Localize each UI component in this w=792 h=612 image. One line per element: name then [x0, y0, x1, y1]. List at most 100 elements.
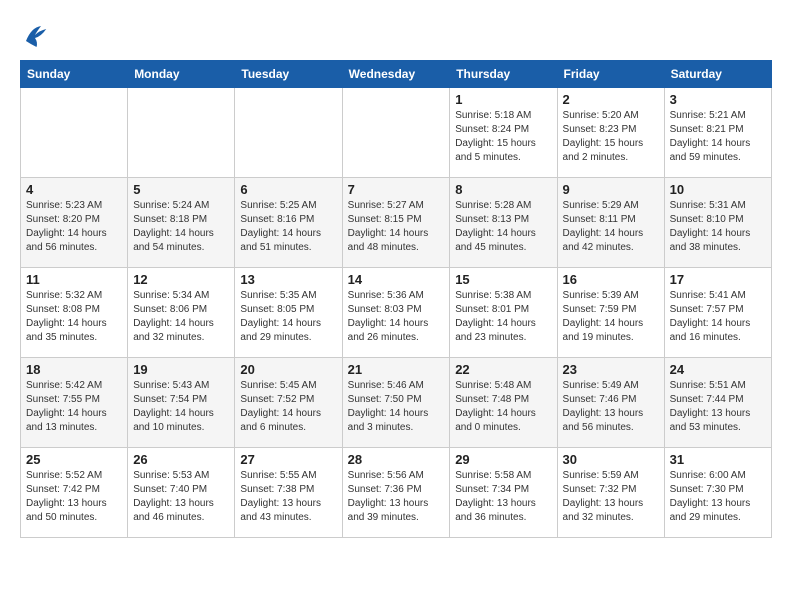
- weekday-header: Monday: [128, 61, 235, 88]
- day-info: Sunrise: 5:28 AM Sunset: 8:13 PM Dayligh…: [455, 199, 551, 255]
- day-info: Sunrise: 5:27 AM Sunset: 8:15 PM Dayligh…: [348, 199, 445, 255]
- calendar-cell: 11 Sunrise: 5:32 AM Sunset: 8:08 PM Dayli…: [21, 268, 128, 358]
- day-info: Sunrise: 5:32 AM Sunset: 8:08 PM Dayligh…: [26, 289, 122, 345]
- day-info: Sunrise: 5:41 AM Sunset: 7:57 PM Dayligh…: [670, 289, 766, 345]
- calendar-cell: [342, 88, 450, 178]
- calendar-cell: 30 Sunrise: 5:59 AM Sunset: 7:32 PM Dayli…: [557, 448, 664, 538]
- day-number: 28: [348, 452, 445, 467]
- calendar-cell: [128, 88, 235, 178]
- calendar-cell: 18 Sunrise: 5:42 AM Sunset: 7:55 PM Dayli…: [21, 358, 128, 448]
- logo: [20, 20, 56, 50]
- calendar-week-row: 25 Sunrise: 5:52 AM Sunset: 7:42 PM Dayli…: [21, 448, 772, 538]
- calendar-cell: 25 Sunrise: 5:52 AM Sunset: 7:42 PM Dayli…: [21, 448, 128, 538]
- calendar-cell: 29 Sunrise: 5:58 AM Sunset: 7:34 PM Dayli…: [450, 448, 557, 538]
- calendar-cell: 13 Sunrise: 5:35 AM Sunset: 8:05 PM Dayli…: [235, 268, 342, 358]
- calendar-week-row: 11 Sunrise: 5:32 AM Sunset: 8:08 PM Dayli…: [21, 268, 772, 358]
- day-number: 10: [670, 182, 766, 197]
- day-number: 6: [240, 182, 336, 197]
- weekday-header: Tuesday: [235, 61, 342, 88]
- day-number: 14: [348, 272, 445, 287]
- calendar-cell: 19 Sunrise: 5:43 AM Sunset: 7:54 PM Dayli…: [128, 358, 235, 448]
- calendar-cell: 6 Sunrise: 5:25 AM Sunset: 8:16 PM Daylig…: [235, 178, 342, 268]
- day-info: Sunrise: 5:48 AM Sunset: 7:48 PM Dayligh…: [455, 379, 551, 435]
- day-number: 8: [455, 182, 551, 197]
- day-info: Sunrise: 5:52 AM Sunset: 7:42 PM Dayligh…: [26, 469, 122, 525]
- day-info: Sunrise: 5:46 AM Sunset: 7:50 PM Dayligh…: [348, 379, 445, 435]
- day-number: 3: [670, 92, 766, 107]
- day-number: 26: [133, 452, 229, 467]
- day-info: Sunrise: 5:21 AM Sunset: 8:21 PM Dayligh…: [670, 109, 766, 165]
- calendar-cell: [21, 88, 128, 178]
- day-info: Sunrise: 5:24 AM Sunset: 8:18 PM Dayligh…: [133, 199, 229, 255]
- day-number: 21: [348, 362, 445, 377]
- day-info: Sunrise: 5:34 AM Sunset: 8:06 PM Dayligh…: [133, 289, 229, 345]
- weekday-header: Wednesday: [342, 61, 450, 88]
- day-info: Sunrise: 5:36 AM Sunset: 8:03 PM Dayligh…: [348, 289, 445, 345]
- calendar-cell: 17Sunrise: 5:41 AM Sunset: 7:57 PM Dayli…: [664, 268, 771, 358]
- day-number: 13: [240, 272, 336, 287]
- calendar-cell: 3 Sunrise: 5:21 AM Sunset: 8:21 PM Daylig…: [664, 88, 771, 178]
- day-number: 5: [133, 182, 229, 197]
- day-info: Sunrise: 5:20 AM Sunset: 8:23 PM Dayligh…: [563, 109, 659, 165]
- calendar-cell: 22 Sunrise: 5:48 AM Sunset: 7:48 PM Dayli…: [450, 358, 557, 448]
- calendar-cell: 23Sunrise: 5:49 AM Sunset: 7:46 PM Dayli…: [557, 358, 664, 448]
- calendar-cell: 2 Sunrise: 5:20 AM Sunset: 8:23 PM Daylig…: [557, 88, 664, 178]
- calendar-cell: 8 Sunrise: 5:28 AM Sunset: 8:13 PM Daylig…: [450, 178, 557, 268]
- day-number: 30: [563, 452, 659, 467]
- day-info: Sunrise: 5:51 AM Sunset: 7:44 PM Dayligh…: [670, 379, 766, 435]
- day-info: Sunrise: 5:59 AM Sunset: 7:32 PM Dayligh…: [563, 469, 659, 525]
- calendar-cell: 21 Sunrise: 5:46 AM Sunset: 7:50 PM Dayli…: [342, 358, 450, 448]
- weekday-header: Sunday: [21, 61, 128, 88]
- calendar-cell: 20 Sunrise: 5:45 AM Sunset: 7:52 PM Dayli…: [235, 358, 342, 448]
- day-info: Sunrise: 5:55 AM Sunset: 7:38 PM Dayligh…: [240, 469, 336, 525]
- calendar-week-row: 1 Sunrise: 5:18 AM Sunset: 8:24 PM Daylig…: [21, 88, 772, 178]
- calendar-week-row: 18 Sunrise: 5:42 AM Sunset: 7:55 PM Dayli…: [21, 358, 772, 448]
- calendar-cell: 24 Sunrise: 5:51 AM Sunset: 7:44 PM Dayli…: [664, 358, 771, 448]
- day-number: 23: [563, 362, 659, 377]
- day-number: 9: [563, 182, 659, 197]
- calendar-cell: 16 Sunrise: 5:39 AM Sunset: 7:59 PM Dayli…: [557, 268, 664, 358]
- day-info: Sunrise: 5:31 AM Sunset: 8:10 PM Dayligh…: [670, 199, 766, 255]
- day-info: Sunrise: 5:42 AM Sunset: 7:55 PM Dayligh…: [26, 379, 122, 435]
- weekday-header: Saturday: [664, 61, 771, 88]
- day-number: 2: [563, 92, 659, 107]
- calendar-cell: 26 Sunrise: 5:53 AM Sunset: 7:40 PM Dayli…: [128, 448, 235, 538]
- day-number: 16: [563, 272, 659, 287]
- day-info: Sunrise: 5:53 AM Sunset: 7:40 PM Dayligh…: [133, 469, 229, 525]
- weekday-header-row: SundayMondayTuesdayWednesdayThursdayFrid…: [21, 61, 772, 88]
- day-info: Sunrise: 5:39 AM Sunset: 7:59 PM Dayligh…: [563, 289, 659, 345]
- day-number: 18: [26, 362, 122, 377]
- day-number: 25: [26, 452, 122, 467]
- day-number: 29: [455, 452, 551, 467]
- calendar-cell: 27 Sunrise: 5:55 AM Sunset: 7:38 PM Dayli…: [235, 448, 342, 538]
- calendar-week-row: 4Sunrise: 5:23 AM Sunset: 8:20 PM Daylig…: [21, 178, 772, 268]
- day-number: 19: [133, 362, 229, 377]
- day-number: 7: [348, 182, 445, 197]
- day-info: Sunrise: 5:58 AM Sunset: 7:34 PM Dayligh…: [455, 469, 551, 525]
- day-info: Sunrise: 5:45 AM Sunset: 7:52 PM Dayligh…: [240, 379, 336, 435]
- calendar-cell: 4Sunrise: 5:23 AM Sunset: 8:20 PM Daylig…: [21, 178, 128, 268]
- day-number: 11: [26, 272, 122, 287]
- calendar-cell: 14 Sunrise: 5:36 AM Sunset: 8:03 PM Dayli…: [342, 268, 450, 358]
- weekday-header: Friday: [557, 61, 664, 88]
- day-info: Sunrise: 5:18 AM Sunset: 8:24 PM Dayligh…: [455, 109, 551, 165]
- day-number: 20: [240, 362, 336, 377]
- day-info: Sunrise: 5:35 AM Sunset: 8:05 PM Dayligh…: [240, 289, 336, 345]
- day-number: 1: [455, 92, 551, 107]
- day-number: 27: [240, 452, 336, 467]
- day-number: 4: [26, 182, 122, 197]
- calendar-cell: 28 Sunrise: 5:56 AM Sunset: 7:36 PM Dayli…: [342, 448, 450, 538]
- day-info: Sunrise: 5:56 AM Sunset: 7:36 PM Dayligh…: [348, 469, 445, 525]
- day-number: 24: [670, 362, 766, 377]
- calendar-cell: 7 Sunrise: 5:27 AM Sunset: 8:15 PM Daylig…: [342, 178, 450, 268]
- day-number: 22: [455, 362, 551, 377]
- calendar-cell: 9Sunrise: 5:29 AM Sunset: 8:11 PM Daylig…: [557, 178, 664, 268]
- day-info: Sunrise: 5:38 AM Sunset: 8:01 PM Dayligh…: [455, 289, 551, 345]
- calendar-cell: 12 Sunrise: 5:34 AM Sunset: 8:06 PM Dayli…: [128, 268, 235, 358]
- day-number: 12: [133, 272, 229, 287]
- weekday-header: Thursday: [450, 61, 557, 88]
- calendar-cell: 10 Sunrise: 5:31 AM Sunset: 8:10 PM Dayli…: [664, 178, 771, 268]
- day-number: 31: [670, 452, 766, 467]
- day-info: Sunrise: 5:25 AM Sunset: 8:16 PM Dayligh…: [240, 199, 336, 255]
- day-info: Sunrise: 5:43 AM Sunset: 7:54 PM Dayligh…: [133, 379, 229, 435]
